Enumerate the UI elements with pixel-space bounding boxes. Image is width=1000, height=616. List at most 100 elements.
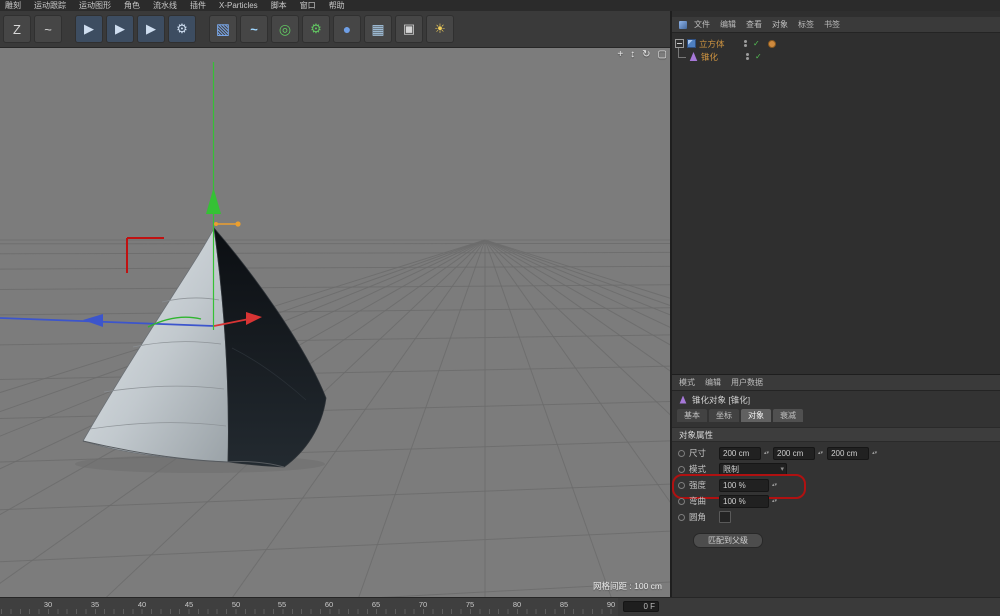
curvature-input[interactable]: 100 % bbox=[719, 495, 769, 508]
panel-icon bbox=[679, 21, 687, 29]
am-menu-edit[interactable]: 编辑 bbox=[705, 377, 721, 388]
keyframe-dot-icon[interactable] bbox=[678, 514, 685, 521]
right-panel: 文件 编辑 查看 对象 标签 书签 立方体 ✓ bbox=[672, 11, 1000, 598]
cube-object-icon bbox=[687, 39, 696, 48]
tapered-cube-object[interactable] bbox=[75, 228, 326, 473]
tab-coordinates[interactable]: 坐标 bbox=[709, 409, 739, 422]
ruler-label: 35 bbox=[91, 600, 99, 609]
menu-mograph[interactable]: 运动图形 bbox=[79, 0, 111, 11]
om-menu-view[interactable]: 查看 bbox=[746, 19, 762, 30]
om-menu-object[interactable]: 对象 bbox=[772, 19, 788, 30]
mode-dropdown[interactable]: 限制 bbox=[719, 463, 787, 476]
om-menu-tag[interactable]: 标签 bbox=[798, 19, 814, 30]
object-label-cube[interactable]: 立方体 bbox=[699, 38, 733, 50]
stepper[interactable]: ▴▾ bbox=[872, 451, 877, 455]
visibility-dots[interactable] bbox=[746, 53, 749, 60]
keyframe-dot-icon[interactable] bbox=[678, 482, 685, 489]
primitive-cube-button[interactable]: ▧ bbox=[209, 15, 237, 43]
viewport-canvas[interactable]: + ↕ ↻ ▢ 网格间距 : 100 cm bbox=[0, 48, 670, 598]
strength-input[interactable]: 100 % bbox=[719, 479, 769, 492]
attribute-manager-menu: 模式 编辑 用户数据 bbox=[672, 375, 1000, 391]
menu-help[interactable]: 帮助 bbox=[329, 0, 345, 11]
tab-falloff[interactable]: 衰减 bbox=[773, 409, 803, 422]
am-menu-userdata[interactable]: 用户数据 bbox=[731, 377, 763, 388]
attribute-rows: 尺寸 200 cm ▴▾ 200 cm ▴▾ 200 cm ▴▾ 模式 限制 bbox=[672, 442, 1000, 552]
keyframe-dot-icon[interactable] bbox=[678, 466, 685, 473]
array-plane-button[interactable]: ▦ bbox=[364, 15, 392, 43]
strength-row: 强度 100 % ▴▾ bbox=[678, 478, 994, 492]
spline-pen-button[interactable]: ~ bbox=[240, 15, 268, 43]
size-y-input[interactable]: 200 cm bbox=[773, 447, 815, 460]
visibility-dots[interactable] bbox=[744, 40, 747, 47]
curvature-label: 弯曲 bbox=[689, 495, 715, 507]
strength-label: 强度 bbox=[689, 479, 715, 491]
enabled-check-icon[interactable]: ✓ bbox=[753, 39, 760, 48]
rotate-icon[interactable]: ↻ bbox=[642, 49, 650, 61]
maximize-icon[interactable]: ▢ bbox=[658, 49, 667, 61]
texture-tag-icon[interactable] bbox=[768, 40, 776, 48]
render-view-button[interactable]: ▶ bbox=[75, 15, 103, 43]
am-menu-mode[interactable]: 模式 bbox=[679, 377, 695, 388]
om-menu-edit[interactable]: 编辑 bbox=[720, 19, 736, 30]
match-to-parent-button[interactable]: 匹配到父级 bbox=[693, 533, 763, 548]
om-menu-bookmark[interactable]: 书签 bbox=[824, 19, 840, 30]
cube-icon: ▧ bbox=[216, 20, 230, 38]
render-settings-button[interactable]: ⚙ bbox=[168, 15, 196, 43]
tree-branch-line bbox=[678, 48, 686, 58]
current-frame-field[interactable]: 0 F bbox=[623, 601, 659, 612]
enabled-check-icon[interactable]: ✓ bbox=[755, 52, 762, 61]
size-label: 尺寸 bbox=[689, 447, 715, 459]
timeline-bar: 30 35 40 45 50 55 60 65 70 75 80 85 90 0… bbox=[0, 597, 1000, 616]
om-menu-file[interactable]: 文件 bbox=[694, 19, 710, 30]
render-picture-viewer-icon: ▶ bbox=[146, 21, 156, 37]
object-label-taper[interactable]: 锥化 bbox=[701, 51, 735, 63]
stepper[interactable]: ▴▾ bbox=[772, 499, 777, 503]
menu-sculpt[interactable]: 雕刻 bbox=[5, 0, 21, 11]
taper-object-icon bbox=[679, 396, 687, 404]
tab-basic[interactable]: 基本 bbox=[677, 409, 707, 422]
torus-icon: ◎ bbox=[279, 21, 291, 38]
size-z-input[interactable]: 200 cm bbox=[827, 447, 869, 460]
ruler-label: 55 bbox=[278, 600, 286, 609]
timeline-ruler[interactable]: 30 35 40 45 50 55 60 65 70 75 80 85 90 bbox=[0, 598, 618, 616]
z-axis-arrow[interactable] bbox=[83, 314, 103, 327]
pen-icon: ~ bbox=[250, 22, 258, 37]
menu-pipeline[interactable]: 流水线 bbox=[153, 0, 177, 11]
viewport-3d-view bbox=[0, 48, 670, 598]
object-row-taper[interactable]: 锥化 ✓ bbox=[675, 50, 997, 63]
render-picture-viewer-button[interactable]: ▶ bbox=[137, 15, 165, 43]
ruler-label: 45 bbox=[185, 600, 193, 609]
menu-window[interactable]: 窗口 bbox=[300, 0, 316, 11]
taper-handle-dot[interactable] bbox=[235, 221, 240, 226]
undo-button[interactable]: Z bbox=[3, 15, 31, 43]
fillet-checkbox[interactable] bbox=[719, 511, 731, 523]
menu-script[interactable]: 脚本 bbox=[271, 0, 287, 11]
workplane-button[interactable]: ~ bbox=[34, 15, 62, 43]
ruler-label: 50 bbox=[232, 600, 240, 609]
expand-toggle-icon[interactable] bbox=[675, 39, 684, 48]
stepper[interactable]: ▴▾ bbox=[818, 451, 823, 455]
render-region-button[interactable]: ▶ bbox=[106, 15, 134, 43]
object-row-cube[interactable]: 立方体 ✓ bbox=[675, 37, 997, 50]
render-view-icon: ▶ bbox=[84, 21, 94, 37]
taper-handle-dot[interactable] bbox=[214, 222, 218, 226]
menu-motion-tracker[interactable]: 运动跟踪 bbox=[34, 0, 66, 11]
render-region-icon: ▶ bbox=[115, 21, 125, 37]
menu-xparticles[interactable]: X-Particles bbox=[219, 1, 258, 10]
size-x-input[interactable]: 200 cm bbox=[719, 447, 761, 460]
keyframe-dot-icon[interactable] bbox=[678, 450, 685, 457]
tab-object[interactable]: 对象 bbox=[741, 409, 771, 422]
metaball-button[interactable]: ● bbox=[333, 15, 361, 43]
camera-button[interactable]: ▣ bbox=[395, 15, 423, 43]
stepper[interactable]: ▴▾ bbox=[764, 451, 769, 455]
keyframe-dot-icon[interactable] bbox=[678, 498, 685, 505]
menu-character[interactable]: 角色 bbox=[124, 0, 140, 11]
dolly-icon[interactable]: ↕ bbox=[630, 49, 635, 61]
menu-plugins[interactable]: 插件 bbox=[190, 0, 206, 11]
y-axis-arrow[interactable] bbox=[206, 188, 221, 214]
stepper[interactable]: ▴▾ bbox=[772, 483, 777, 487]
light-button[interactable]: ☀ bbox=[426, 15, 454, 43]
pan-icon[interactable]: + bbox=[617, 49, 623, 61]
generator-button[interactable]: ◎ bbox=[271, 15, 299, 43]
mograph-button[interactable]: ⚙ bbox=[302, 15, 330, 43]
